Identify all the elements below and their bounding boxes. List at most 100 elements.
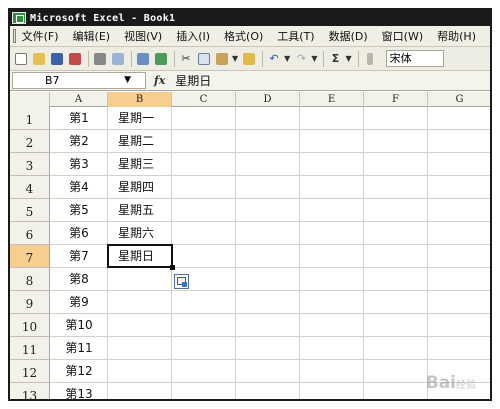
cell-b2[interactable]: 星期二 bbox=[108, 130, 172, 153]
toolbar-separator bbox=[323, 50, 325, 67]
permission-icon[interactable] bbox=[67, 51, 83, 67]
menu-tools[interactable]: 工具(T) bbox=[277, 28, 314, 44]
row-header[interactable]: 11 bbox=[10, 337, 50, 360]
copy-icon[interactable] bbox=[196, 51, 212, 67]
row-header[interactable]: 12 bbox=[10, 360, 50, 383]
redo-dropdown-arrow[interactable]: ▼ bbox=[311, 54, 317, 63]
print-preview-icon[interactable] bbox=[110, 51, 126, 67]
cell-a13[interactable]: 第13 bbox=[50, 383, 108, 399]
font-name-box[interactable]: 宋体 bbox=[385, 50, 444, 67]
cell-a4[interactable]: 第4 bbox=[50, 176, 108, 199]
column-header-row: A B C D E F G bbox=[10, 92, 490, 107]
redo-icon[interactable]: ↷ bbox=[293, 51, 309, 67]
formula-bar: B7 ▼ fx 星期日 bbox=[10, 71, 490, 91]
cell-a2[interactable]: 第2 bbox=[50, 130, 108, 153]
formula-input[interactable]: 星期日 bbox=[175, 72, 211, 89]
title-bar: Microsoft Excel - Book1 bbox=[10, 10, 490, 26]
cut-icon[interactable]: ✂ bbox=[178, 51, 194, 67]
cell-b6[interactable]: 星期六 bbox=[108, 222, 172, 245]
autosum-icon[interactable]: Σ bbox=[327, 51, 343, 67]
new-file-icon[interactable] bbox=[13, 51, 29, 67]
name-box-value: B7 bbox=[45, 74, 60, 87]
cell-a8[interactable]: 第8 bbox=[50, 268, 108, 291]
watermark: Bai经验 bbox=[426, 373, 476, 393]
row-header[interactable]: 9 bbox=[10, 291, 50, 314]
cell-b8[interactable] bbox=[108, 268, 172, 291]
active-cell-border bbox=[107, 244, 173, 268]
cell-a3[interactable]: 第3 bbox=[50, 153, 108, 176]
watermark-suffix: 经验 bbox=[456, 380, 476, 391]
toolbar-separator bbox=[131, 50, 132, 67]
row-header[interactable]: 6 bbox=[10, 222, 50, 245]
cell-a12[interactable]: 第12 bbox=[50, 360, 108, 383]
row-header[interactable]: 1 bbox=[10, 107, 50, 130]
toolbar-separator bbox=[357, 50, 359, 67]
spelling-icon[interactable] bbox=[135, 51, 151, 67]
menu-help[interactable]: 帮助(H) bbox=[437, 28, 476, 44]
menu-format[interactable]: 格式(O) bbox=[224, 28, 263, 44]
autofill-options-icon[interactable] bbox=[174, 274, 189, 289]
name-box-dropdown-icon[interactable]: ▼ bbox=[124, 73, 131, 88]
window-title: Microsoft Excel - Book1 bbox=[30, 12, 176, 24]
format-painter-icon[interactable] bbox=[241, 51, 257, 67]
menu-view[interactable]: 视图(V) bbox=[124, 28, 162, 44]
cell-b13[interactable] bbox=[108, 383, 172, 399]
column-header-e[interactable]: E bbox=[300, 92, 364, 107]
row-header[interactable]: 13 bbox=[10, 383, 50, 399]
row-header[interactable]: 5 bbox=[10, 199, 50, 222]
undo-dropdown-arrow[interactable]: ▼ bbox=[284, 54, 290, 63]
gridline-vertical bbox=[491, 107, 492, 401]
column-header-a[interactable]: A bbox=[50, 92, 108, 107]
open-folder-icon[interactable] bbox=[31, 51, 47, 67]
cell-b4[interactable]: 星期四 bbox=[108, 176, 172, 199]
cell-b11[interactable] bbox=[108, 337, 172, 360]
toolbar-separator bbox=[174, 50, 175, 67]
autosum-dropdown-arrow[interactable]: ▼ bbox=[345, 54, 351, 63]
cell-a11[interactable]: 第11 bbox=[50, 337, 108, 360]
menu-window[interactable]: 窗口(W) bbox=[382, 28, 423, 44]
row-header[interactable]: 3 bbox=[10, 153, 50, 176]
excel-app-icon bbox=[12, 12, 26, 24]
cell-a10[interactable]: 第10 bbox=[50, 314, 108, 337]
cell-a5[interactable]: 第5 bbox=[50, 199, 108, 222]
column-header-c[interactable]: C bbox=[172, 92, 236, 107]
menu-data[interactable]: 数据(D) bbox=[329, 28, 368, 44]
workbook-icon[interactable] bbox=[13, 29, 16, 43]
save-icon[interactable] bbox=[49, 51, 65, 67]
row-header[interactable]: 7 bbox=[10, 245, 50, 268]
cell-b3[interactable]: 星期三 bbox=[108, 153, 172, 176]
row-header[interactable]: 10 bbox=[10, 314, 50, 337]
cell-a9[interactable]: 第9 bbox=[50, 291, 108, 314]
menu-insert[interactable]: 插入(I) bbox=[176, 28, 210, 44]
menu-bar: 文件(F) 编辑(E) 视图(V) 插入(I) 格式(O) 工具(T) 数据(D… bbox=[10, 26, 490, 47]
row-header[interactable]: 8 bbox=[10, 268, 50, 291]
name-box[interactable]: B7 ▼ bbox=[12, 72, 146, 89]
excel-window: Microsoft Excel - Book1 文件(F) 编辑(E) 视图(V… bbox=[8, 8, 492, 401]
insert-function-icon[interactable]: fx bbox=[154, 74, 165, 87]
cell-b9[interactable] bbox=[108, 291, 172, 314]
cell-b10[interactable] bbox=[108, 314, 172, 337]
column-header-b[interactable]: B bbox=[108, 92, 172, 107]
column-header-g[interactable]: G bbox=[428, 92, 490, 107]
column-header-d[interactable]: D bbox=[236, 92, 300, 107]
column-header-f[interactable]: F bbox=[364, 92, 428, 107]
cell-b1[interactable]: 星期一 bbox=[108, 107, 172, 130]
select-all-corner[interactable] bbox=[10, 92, 50, 107]
watermark-text: Bai bbox=[425, 373, 456, 393]
cell-b5[interactable]: 星期五 bbox=[108, 199, 172, 222]
print-icon[interactable] bbox=[92, 51, 108, 67]
cell-a6[interactable]: 第6 bbox=[50, 222, 108, 245]
menu-edit[interactable]: 编辑(E) bbox=[73, 28, 111, 44]
cell-a7[interactable]: 第7 bbox=[50, 245, 108, 268]
toolbar-separator bbox=[88, 50, 89, 67]
paste-dropdown-arrow[interactable]: ▼ bbox=[232, 54, 238, 63]
undo-icon[interactable]: ↶ bbox=[266, 51, 282, 67]
paste-icon[interactable] bbox=[214, 51, 230, 67]
cell-b12[interactable] bbox=[108, 360, 172, 383]
toolbar-options-icon[interactable] bbox=[362, 51, 378, 67]
research-icon[interactable] bbox=[153, 51, 169, 67]
row-header[interactable]: 2 bbox=[10, 130, 50, 153]
cell-a1[interactable]: 第1 bbox=[50, 107, 108, 130]
menu-file[interactable]: 文件(F) bbox=[22, 28, 59, 44]
row-header[interactable]: 4 bbox=[10, 176, 50, 199]
